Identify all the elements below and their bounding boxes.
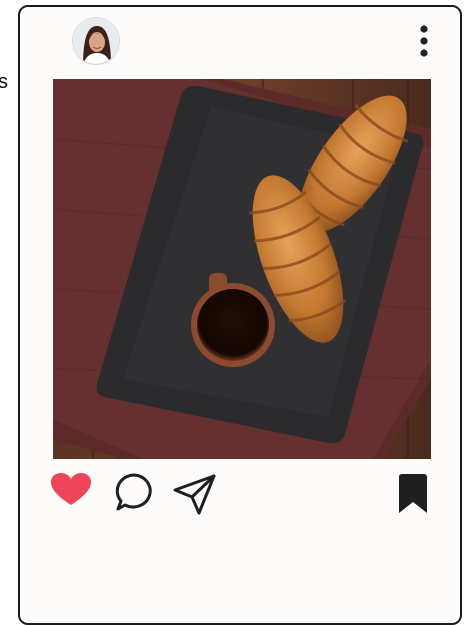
post-actions-bar: [20, 472, 460, 520]
heart-icon: [51, 473, 91, 505]
post-photo[interactable]: [53, 79, 431, 459]
avatar[interactable]: [72, 17, 120, 65]
bookmark-icon: [399, 474, 427, 513]
more-vertical-icon: [420, 25, 428, 57]
avatar-image: [73, 18, 119, 64]
post-card: [18, 5, 462, 625]
comment-button[interactable]: [114, 472, 154, 517]
share-button[interactable]: [172, 472, 218, 521]
comment-bubble-icon: [115, 473, 152, 511]
cropped-text-fragment: s: [0, 71, 8, 93]
more-options-button[interactable]: [418, 23, 430, 59]
croissant-coffee-image: [53, 79, 431, 459]
paper-plane-icon: [173, 474, 216, 515]
like-button[interactable]: [50, 472, 92, 513]
save-button[interactable]: [396, 472, 430, 519]
